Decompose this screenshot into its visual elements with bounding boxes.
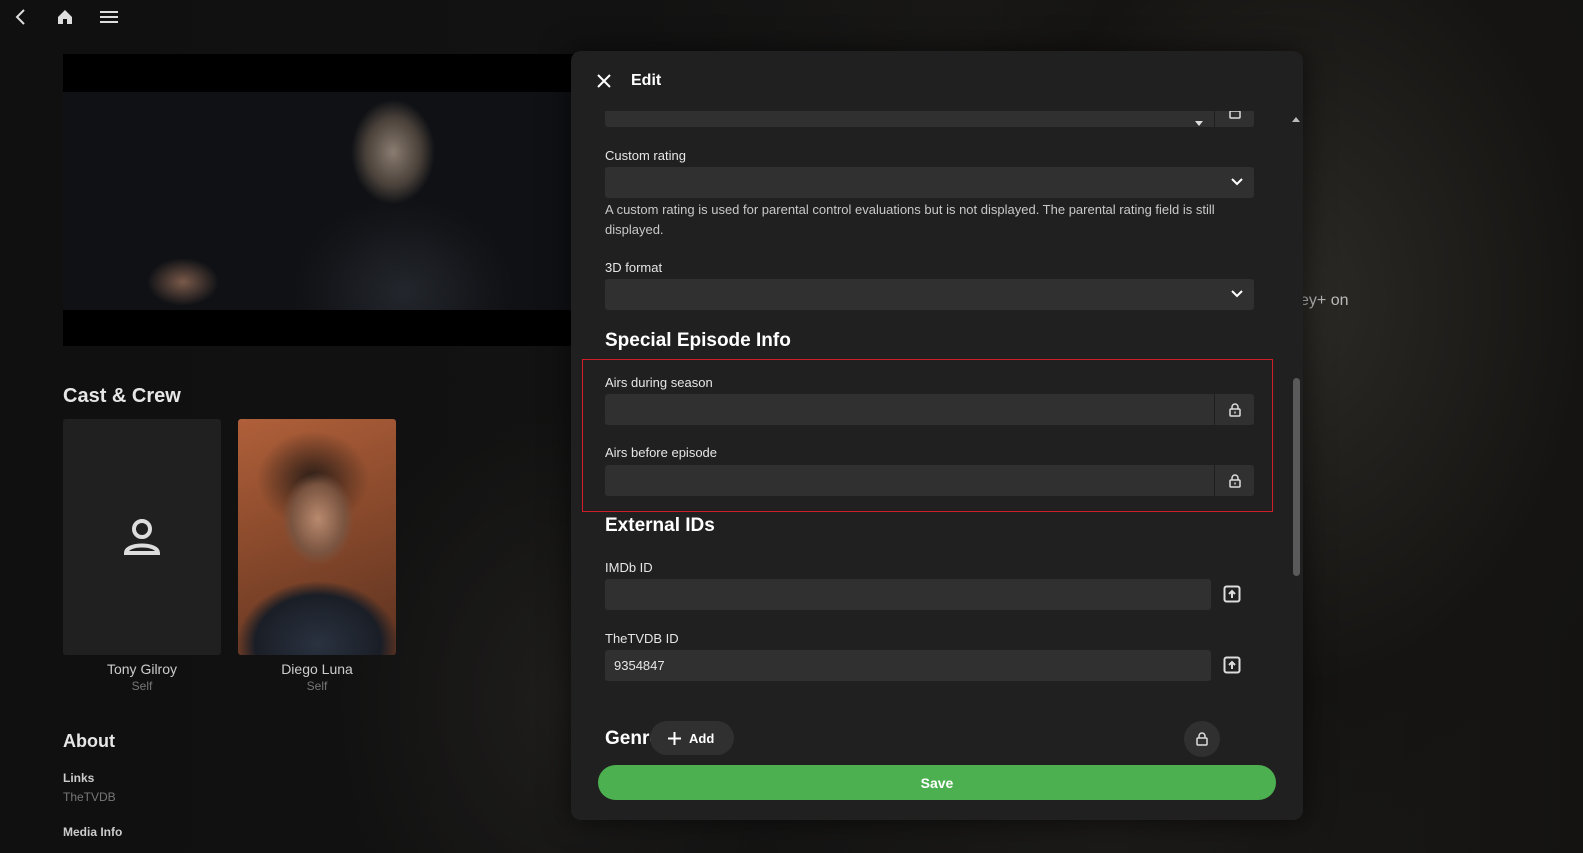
- lock-icon[interactable]: [1214, 394, 1254, 425]
- 3d-format-select[interactable]: [605, 279, 1254, 310]
- airs-during-season-label: Airs during season: [605, 375, 713, 390]
- cast-role: Self: [131, 679, 153, 693]
- save-bar: Save: [598, 765, 1276, 800]
- imdb-id-label: IMDb ID: [605, 560, 653, 575]
- lock-icon[interactable]: [1214, 465, 1254, 496]
- close-icon[interactable]: [595, 72, 613, 90]
- special-episode-heading: Special Episode Info: [605, 330, 791, 351]
- airs-during-season-input[interactable]: [605, 394, 1213, 425]
- external-ids-heading: External IDs: [605, 515, 715, 536]
- tvdb-id-input[interactable]: 9354847: [605, 650, 1211, 681]
- imdb-id-input[interactable]: [605, 579, 1211, 610]
- dialog-scrollbar[interactable]: [1291, 111, 1301, 801]
- genres-lock-button[interactable]: [1184, 721, 1220, 757]
- video-player[interactable]: [63, 54, 583, 346]
- custom-rating-select[interactable]: [605, 167, 1254, 198]
- about-title: About: [63, 731, 115, 751]
- save-button[interactable]: Save: [598, 765, 1276, 800]
- custom-rating-help-text: A custom rating is used for parental con…: [605, 202, 1215, 237]
- video-frame-image: [63, 92, 583, 310]
- scrollbar-thumb[interactable]: [1293, 378, 1300, 576]
- person-placeholder-icon: [123, 519, 161, 555]
- chevron-down-icon: [1195, 114, 1203, 127]
- plus-icon: [668, 731, 681, 745]
- open-external-icon[interactable]: [1221, 654, 1243, 676]
- menu-icon[interactable]: [98, 6, 120, 28]
- airs-before-episode-label: Airs before episode: [605, 445, 718, 460]
- dialog-scroll-area[interactable]: Custom rating A custom rating is used fo…: [571, 111, 1303, 801]
- airs-during-season-field[interactable]: [605, 394, 1254, 425]
- add-genre-label: Add: [689, 730, 715, 746]
- dialog-title: Edit: [631, 72, 662, 89]
- cast-card-tony-gilroy[interactable]: [63, 419, 221, 655]
- links-label: Links: [63, 771, 95, 785]
- tvdb-link[interactable]: TheTVDB: [63, 790, 116, 804]
- 3d-format-label: 3D format: [605, 260, 663, 275]
- airs-before-episode-input[interactable]: [605, 465, 1213, 496]
- cast-role: Self: [306, 679, 328, 693]
- scroll-up-arrow-icon[interactable]: [1291, 115, 1301, 123]
- lock-icon[interactable]: [1214, 111, 1254, 127]
- home-icon[interactable]: [54, 6, 76, 28]
- cast-crew-title: Cast & Crew: [63, 385, 181, 407]
- background-overview-text: ey+ on: [1300, 292, 1349, 309]
- tvdb-id-label: TheTVDB ID: [605, 631, 679, 646]
- chevron-down-icon: [1231, 290, 1243, 298]
- media-info-label: Media Info: [63, 825, 123, 839]
- chevron-down-icon: [1231, 178, 1243, 186]
- add-genre-button[interactable]: Add: [650, 721, 734, 755]
- cast-card-diego-luna[interactable]: [238, 419, 396, 655]
- open-external-icon[interactable]: [1221, 583, 1243, 605]
- dialog-header: Edit: [571, 51, 1303, 111]
- cast-name[interactable]: Diego Luna: [238, 661, 396, 677]
- cast-name[interactable]: Tony Gilroy: [63, 661, 221, 677]
- custom-rating-label: Custom rating: [605, 148, 686, 163]
- lock-icon: [1196, 732, 1208, 746]
- top-nav-bar: [0, 0, 120, 34]
- official-rating-select[interactable]: [605, 111, 1254, 127]
- edit-dialog: Edit Custom rating A custom rating is us…: [571, 51, 1303, 820]
- back-arrow-icon[interactable]: [10, 6, 32, 28]
- airs-before-episode-field[interactable]: [605, 465, 1254, 496]
